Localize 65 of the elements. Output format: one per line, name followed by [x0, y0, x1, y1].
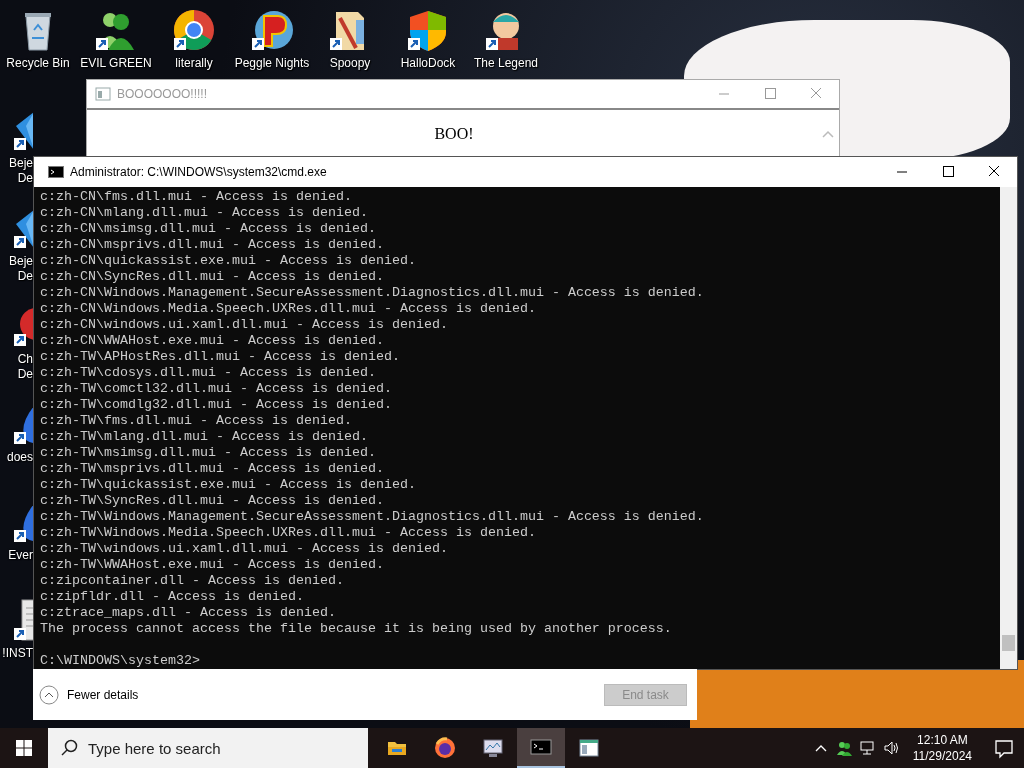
console-output-line: c:zh-TW\Windows.Management.SecureAssessment.Diagnostics.dll.mui - Access is denied. [40, 509, 704, 525]
console-output-line: c:zh-CN\msimsg.dll.mui - Access is denied. [40, 221, 376, 237]
console-output-line: c:zh-CN\windows.ui.xaml.dll.mui - Access is denied. [40, 317, 448, 333]
console-output-line: c:zh-TW\SyncRes.dll.mui - Access is denied. [40, 493, 384, 509]
people-icon[interactable] [834, 739, 853, 757]
console-output-line: c:zh-CN\fms.dll.mui - Access is denied. [40, 189, 352, 205]
clock-date: 11/29/2024 [912, 748, 972, 764]
volume-icon[interactable] [882, 740, 901, 756]
message-text: BOO! [433, 125, 475, 143]
icon-label[interactable]: EVIL GREEN [76, 56, 156, 71]
icon-label[interactable]: Recycle Bin [0, 56, 78, 71]
icon-label[interactable]: Spoopy [310, 56, 390, 71]
console-output-line: c:zh-TW\comdlg32.dll.mui - Access is denied. [40, 397, 392, 413]
console-output-line: c:zh-CN\WWAHost.exe.mui - Access is denied. [40, 333, 384, 349]
browser-icon [433, 736, 457, 760]
console-output-line: c:zh-TW\mlang.dll.mui - Access is denied. [40, 429, 368, 445]
console-output-line: c:zh-TW\comctl32.dll.mui - Access is denied. [40, 381, 392, 397]
console-output-line: c:zh-TW\cdosys.dll.mui - Access is denied. [40, 365, 376, 381]
window-title: Administrator: C:\WINDOWS\system32\cmd.exe [70, 165, 328, 179]
icon-label[interactable]: does [0, 450, 33, 465]
scrollbar-thumb[interactable] [1002, 635, 1015, 651]
icon-label[interactable]: Ever [0, 548, 33, 563]
search-field[interactable]: Type here to search [48, 728, 368, 768]
console-output-line: c:zh-TW\WWAHost.exe.mui - Access is denied. [40, 557, 384, 573]
console-output-line: c:zipcontainer.dll - Access is denied. [40, 573, 344, 589]
console-output-line: c:zh-CN\SyncRes.dll.mui - Access is denied. [40, 269, 384, 285]
network-icon[interactable] [858, 740, 877, 756]
clock-time: 12:10 AM [917, 732, 968, 748]
fewer-details-link[interactable]: Fewer details [39, 684, 139, 705]
clock[interactable]: 12:10 AM 11/29/2024 [906, 732, 978, 764]
monitor-icon [481, 736, 505, 760]
icon-label[interactable]: Ch De [0, 352, 33, 382]
icon-label[interactable]: literally [154, 56, 234, 71]
console-output-line: c:zh-TW\msprivs.dll.mui - Access is denied. [40, 461, 384, 477]
collapse-icon [39, 684, 59, 705]
search-icon [60, 739, 78, 757]
console-output-line: c:zh-TW\fms.dll.mui - Access is denied. [40, 413, 352, 429]
console-output-line: c:zh-CN\mlang.dll.mui - Access is denied. [40, 205, 368, 221]
console-output-line: c:zh-TW\windows.ui.xaml.dll.mui - Access is denied. [40, 541, 448, 557]
icon-label[interactable]: Beje De [0, 156, 33, 186]
console-output-line: c:zh-CN\Windows.Management.SecureAssessment.Diagnostics.dll.mui - Access is denied. [40, 285, 704, 301]
console-output-line: The process cannot access the file because it is being used by another process. [40, 621, 672, 637]
console-output-line: c:zipfldr.dll - Access is denied. [40, 589, 304, 605]
app-window-icon [95, 87, 111, 101]
icon-label[interactable]: The Legend [466, 56, 546, 71]
icon-label[interactable]: !INST [0, 646, 33, 661]
game-logo-icon[interactable] [250, 8, 294, 52]
console-output-line: c:zh-TW\quickassist.exe.mui - Access is denied. [40, 477, 416, 493]
command-prompt: C:\WINDOWS\system32> [40, 653, 200, 669]
console-output-line: c:zh-CN\Windows.Media.Speech.UXRes.dll.mui - Access is denied. [40, 301, 536, 317]
console-output-line: c:zh-TW\Windows.Media.Speech.UXRes.dll.mui - Access is denied. [40, 525, 536, 541]
browser-icon[interactable] [172, 8, 216, 52]
console-output-line: c:zh-TW\msimsg.dll.mui - Access is denied. [40, 445, 376, 461]
console-output-line: c:zh-CN\quickassist.exe.mui - Access is denied. [40, 253, 416, 269]
console-output-line: c:zh-CN\msprivs.dll.mui - Access is denied. [40, 237, 384, 253]
icon-label[interactable]: HalloDock [388, 56, 468, 71]
console-output-line: c:zh-TW\APHostRes.dll.mui - Access is denied. [40, 349, 400, 365]
scrollbar[interactable] [1000, 187, 1017, 669]
console-output-line: c:ztrace_maps.dll - Access is denied. [40, 605, 336, 621]
taskbar-app-button[interactable] [517, 728, 565, 768]
icon-label[interactable]: Peggle Nights [232, 56, 312, 71]
app-window-icon [577, 736, 601, 760]
window-title: BOOOOOOO!!!!! [117, 87, 208, 101]
console-icon [48, 166, 64, 178]
icon-label[interactable]: Beje De [0, 254, 33, 284]
